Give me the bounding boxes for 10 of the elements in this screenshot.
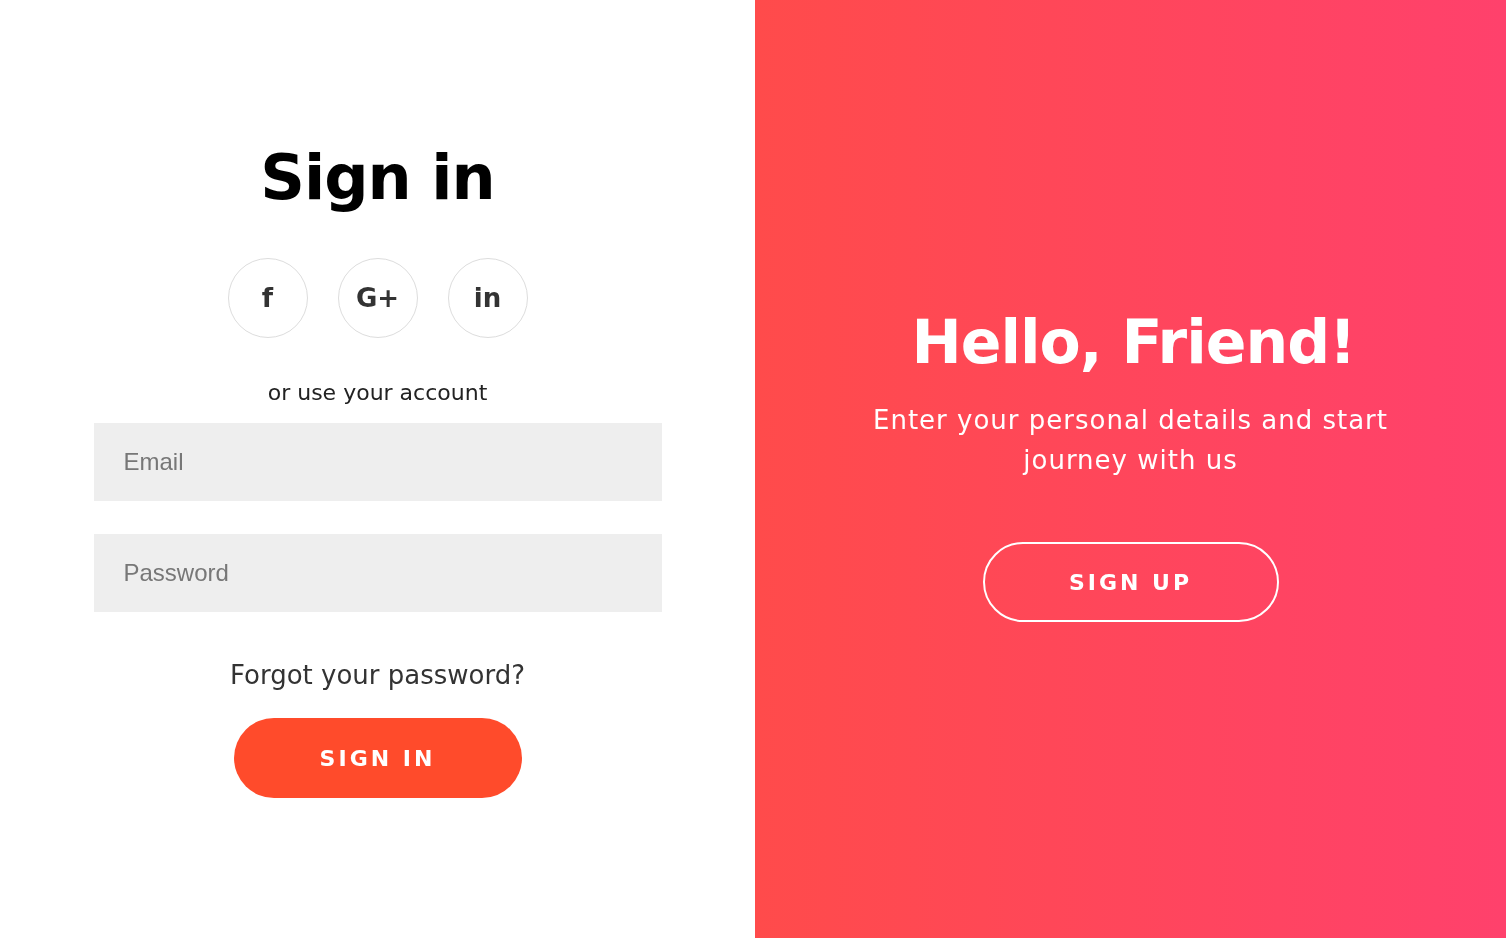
- greeting-title: Hello, Friend!: [911, 306, 1356, 379]
- greeting-text: Enter your personal details and start journey with us: [872, 404, 1389, 477]
- input-field[interactable]: Email: [93, 423, 662, 501]
- social-button[interactable]: in: [447, 258, 528, 338]
- alternative-text: or use your account: [267, 380, 488, 405]
- social-button[interactable]: G+: [337, 258, 418, 338]
- social-button[interactable]: f: [227, 258, 308, 338]
- forgot-password-link[interactable]: Forgot your password?: [230, 660, 525, 690]
- input-field[interactable]: Password: [93, 534, 662, 612]
- sign-in-title: Sign in: [260, 140, 495, 216]
